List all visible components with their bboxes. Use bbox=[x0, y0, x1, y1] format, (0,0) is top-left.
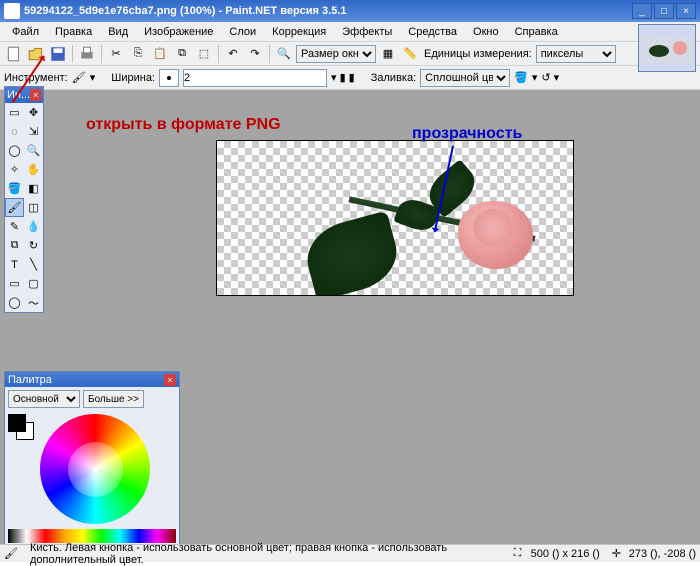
minimize-button[interactable]: _ bbox=[632, 3, 652, 19]
tool-brush[interactable]: 🖌 bbox=[5, 198, 24, 217]
fill-label: Заливка: bbox=[371, 72, 416, 84]
grid-button[interactable]: ▦ bbox=[378, 44, 398, 64]
tool-gradient[interactable]: ◧ bbox=[24, 179, 43, 198]
statusbar: 🖌 Кисть. Левая кнопка - использовать осн… bbox=[0, 544, 700, 562]
units-label: Единицы измерения: bbox=[424, 48, 532, 60]
tool-eraser[interactable]: ◫ bbox=[24, 198, 43, 217]
brush-preview bbox=[159, 69, 179, 87]
instrument-label: Инструмент: bbox=[4, 72, 68, 84]
menu-image[interactable]: Изображение bbox=[136, 24, 221, 40]
tool-rounded-rect[interactable]: ▢ bbox=[24, 274, 43, 293]
toolbox-header[interactable]: Ин... × bbox=[5, 87, 43, 103]
annotation-open-png: открыть в формате PNG bbox=[86, 116, 281, 134]
close-button[interactable]: × bbox=[676, 3, 696, 19]
toolbar-main: ✂ ⎘ 📋 ⧉ ⬚ ↶ ↷ 🔍 Размер окн ▦ 📏 Единицы и… bbox=[0, 42, 700, 66]
tool-clone[interactable]: ⧉ bbox=[5, 236, 24, 255]
paste-button[interactable]: 📋 bbox=[150, 44, 170, 64]
menubar: Файл Правка Вид Изображение Слои Коррекц… bbox=[0, 22, 700, 42]
palette-color-type[interactable]: Основной bbox=[8, 390, 80, 408]
tool-colorpicker[interactable]: 💧 bbox=[24, 217, 43, 236]
status-cursor-pos: ✛ 273 (), -208 () bbox=[612, 547, 696, 561]
tool-lasso[interactable]: ◌ bbox=[5, 122, 24, 141]
menu-window[interactable]: Окно bbox=[465, 24, 507, 40]
canvas[interactable] bbox=[217, 141, 573, 295]
crop-button[interactable]: ⧉ bbox=[172, 44, 192, 64]
window-title: 59294122_5d9e1e76cba7.png (100%) - Paint… bbox=[24, 5, 632, 17]
palette-panel: Палитра × Основной Больше >> bbox=[4, 371, 180, 547]
zoom-button[interactable]: 🔍 bbox=[274, 44, 294, 64]
size-icon: ⛶ bbox=[514, 547, 528, 561]
tool-magic-wand[interactable]: ✧ bbox=[5, 160, 24, 179]
redo-button[interactable]: ↷ bbox=[245, 44, 265, 64]
tool-move-selection[interactable]: ⇲ bbox=[24, 122, 43, 141]
toolbox-panel: Ин... × ▭ ✥ ◌ ⇲ ◯ 🔍 ✧ ✋ 🪣 ◧ 🖌 ◫ ✎ 💧 ⧉ ↻ … bbox=[4, 86, 44, 313]
app-icon bbox=[4, 3, 20, 19]
primary-color-swatch[interactable] bbox=[8, 414, 26, 432]
menu-layers[interactable]: Слои bbox=[221, 24, 264, 40]
menu-tools[interactable]: Средства bbox=[400, 24, 465, 40]
menu-edit[interactable]: Правка bbox=[47, 24, 100, 40]
undo-button[interactable]: ↶ bbox=[223, 44, 243, 64]
tool-rect-select[interactable]: ▭ bbox=[5, 103, 24, 122]
tool-freeform[interactable]: ～ bbox=[24, 293, 43, 312]
menu-effects[interactable]: Эффекты bbox=[334, 24, 400, 40]
new-button[interactable] bbox=[4, 44, 24, 64]
palette-more-button[interactable]: Больше >> bbox=[83, 390, 144, 408]
brush-tool-icon[interactable]: 🖌 bbox=[72, 71, 86, 84]
titlebar: 59294122_5d9e1e76cba7.png (100%) - Paint… bbox=[0, 0, 700, 22]
menu-file[interactable]: Файл bbox=[4, 24, 47, 40]
print-button[interactable] bbox=[77, 44, 97, 64]
tool-pencil[interactable]: ✎ bbox=[5, 217, 24, 236]
tool-bucket[interactable]: 🪣 bbox=[5, 179, 24, 198]
palette-header[interactable]: Палитра × bbox=[5, 372, 179, 387]
annotation-transparency: прозрачность bbox=[412, 125, 522, 143]
rose-flower bbox=[458, 201, 533, 269]
toolbar-tool-options: Инструмент: 🖌▾ Ширина: ▾ ▮ ▮ Заливка: Сп… bbox=[0, 66, 700, 90]
copy-button[interactable]: ⎘ bbox=[128, 44, 148, 64]
units-select[interactable]: пикселы bbox=[536, 45, 616, 63]
menu-correction[interactable]: Коррекция bbox=[264, 24, 334, 40]
tool-ellipse-select[interactable]: ◯ bbox=[5, 141, 24, 160]
color-wheel[interactable] bbox=[40, 414, 150, 524]
tool-ellipse[interactable]: ◯ bbox=[5, 293, 24, 312]
color-wheel-marker[interactable] bbox=[93, 467, 99, 473]
tool-zoom[interactable]: 🔍 bbox=[24, 141, 43, 160]
tool-move[interactable]: ✥ bbox=[24, 103, 43, 122]
thumbnail-image bbox=[641, 37, 693, 63]
menu-view[interactable]: Вид bbox=[100, 24, 136, 40]
toolbox-close-icon[interactable]: × bbox=[30, 89, 41, 101]
brush-status-icon: 🖌 bbox=[4, 547, 18, 561]
fill-select[interactable]: Сплошной цвет bbox=[420, 69, 510, 87]
save-button[interactable] bbox=[48, 44, 68, 64]
palette-title: Палитра bbox=[8, 374, 52, 386]
deselect-button[interactable]: ⬚ bbox=[194, 44, 214, 64]
bucket-icon[interactable]: 🪣 bbox=[514, 71, 528, 84]
tool-recolor[interactable]: ↻ bbox=[24, 236, 43, 255]
tool-line[interactable]: ╲ bbox=[24, 255, 43, 274]
color-swatches[interactable] bbox=[8, 414, 36, 524]
tool-text[interactable]: T bbox=[5, 255, 24, 274]
position-icon: ✛ bbox=[612, 547, 626, 561]
maximize-button[interactable]: □ bbox=[654, 3, 674, 19]
cut-button[interactable]: ✂ bbox=[106, 44, 126, 64]
zoom-select[interactable]: Размер окн bbox=[296, 45, 376, 63]
status-canvas-size: ⛶ 500 () x 216 () bbox=[514, 547, 600, 561]
menu-help[interactable]: Справка bbox=[507, 24, 566, 40]
thumbnail-panel[interactable] bbox=[638, 24, 696, 72]
width-label: Ширина: bbox=[111, 72, 155, 84]
width-input[interactable] bbox=[183, 69, 327, 87]
palette-close-icon[interactable]: × bbox=[164, 374, 176, 386]
ruler-button[interactable]: 📏 bbox=[400, 44, 420, 64]
canvas-container bbox=[216, 140, 574, 296]
tool-rectangle[interactable]: ▭ bbox=[5, 274, 24, 293]
tool-pan[interactable]: ✋ bbox=[24, 160, 43, 179]
